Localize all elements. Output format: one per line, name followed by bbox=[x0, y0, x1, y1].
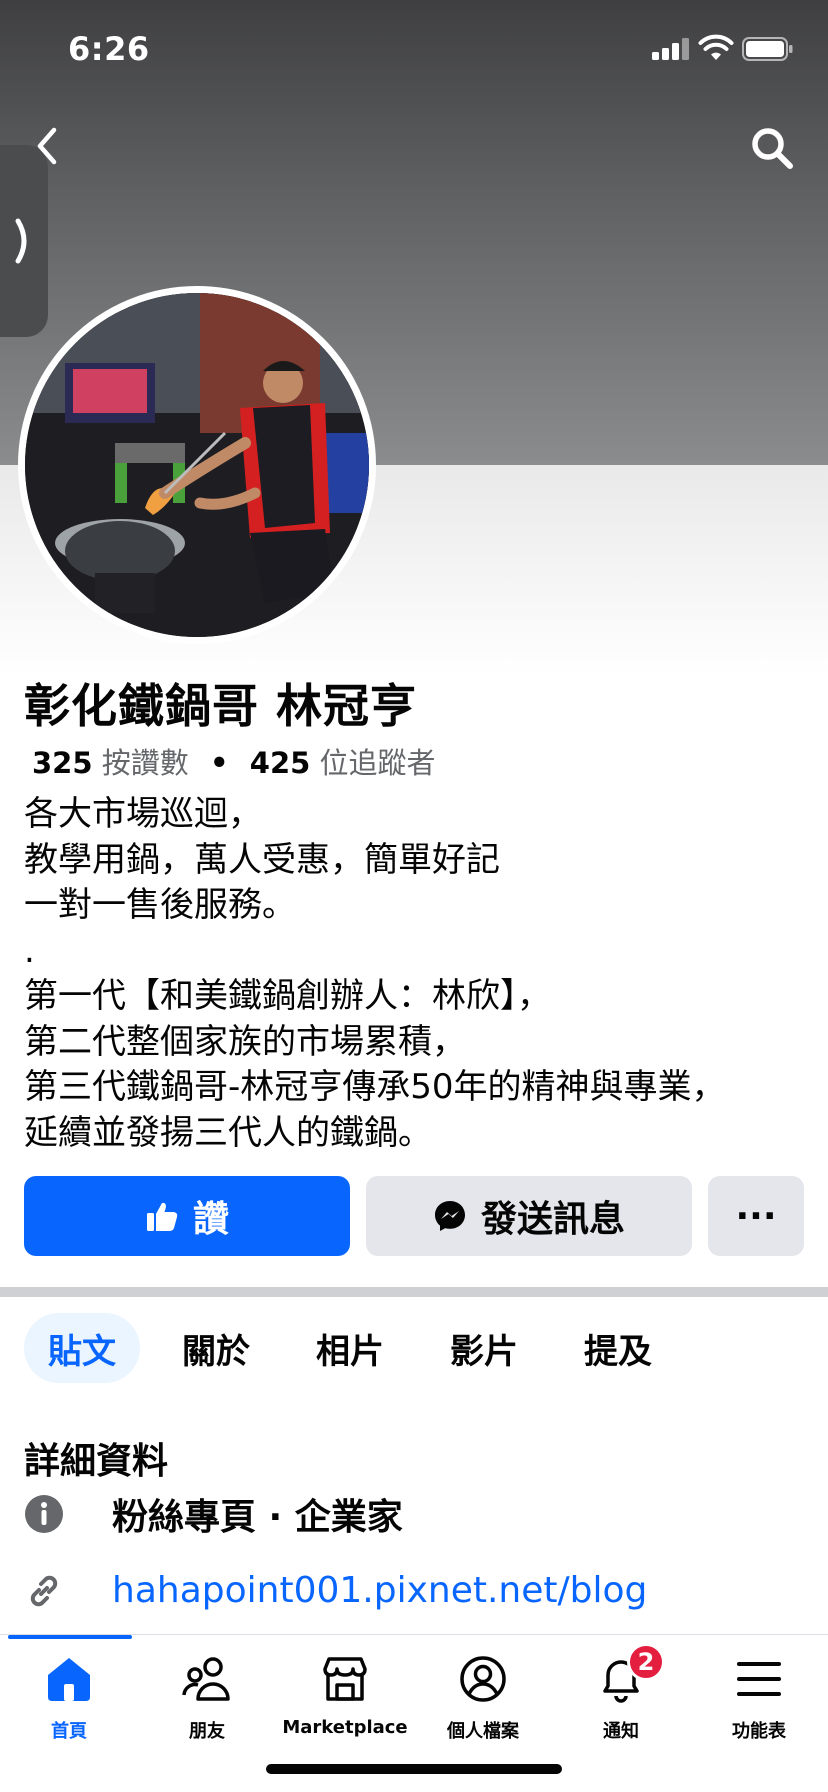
battery-icon bbox=[742, 37, 793, 61]
more-options-label: ··· bbox=[735, 1195, 777, 1237]
followers-label: 位追蹤者 bbox=[319, 746, 436, 780]
page-category-row: 粉絲專頁 · 企業家 bbox=[24, 1488, 403, 1540]
send-message-label: 發送訊息 bbox=[480, 1199, 625, 1240]
website-link[interactable]: hahapoint001.pixnet.net/blog bbox=[112, 1570, 647, 1611]
status-time: 6:26 bbox=[68, 30, 150, 68]
like-button[interactable]: 讚 bbox=[24, 1176, 350, 1256]
friends-icon bbox=[182, 1657, 230, 1701]
menu-icon bbox=[737, 1662, 781, 1696]
website-row[interactable]: hahapoint001.pixnet.net/blog bbox=[24, 1570, 647, 1611]
nav-menu[interactable]: 功能表 bbox=[690, 1653, 828, 1743]
messenger-icon bbox=[434, 1201, 465, 1231]
more-options-button[interactable]: ··· bbox=[708, 1176, 804, 1256]
chevron-right-icon bbox=[15, 218, 27, 264]
active-tab-indicator bbox=[8, 1635, 132, 1639]
tab-videos[interactable]: 影片 bbox=[426, 1313, 542, 1383]
nav-menu-label: 功能表 bbox=[732, 1721, 786, 1742]
search-icon[interactable] bbox=[748, 124, 796, 172]
profile-tabs: 貼文 關於 相片 影片 提及 bbox=[24, 1313, 694, 1383]
stats-separator: • bbox=[210, 746, 229, 780]
nav-notifications-label: 通知 bbox=[603, 1721, 639, 1742]
nav-home[interactable]: 首頁 bbox=[0, 1653, 138, 1743]
tab-mentions[interactable]: 提及 bbox=[560, 1313, 676, 1383]
nav-profile-label: 個人檔案 bbox=[447, 1721, 519, 1742]
notifications-icon-wrap: 2 bbox=[595, 1643, 665, 1705]
like-label: 讚 bbox=[192, 1199, 229, 1240]
marketplace-icon bbox=[323, 1657, 367, 1701]
tab-about[interactable]: 關於 bbox=[158, 1313, 274, 1383]
profile-picture[interactable] bbox=[18, 286, 376, 644]
likes-count: 325 bbox=[32, 746, 93, 780]
wifi-icon bbox=[698, 34, 734, 60]
nav-marketplace-label: Marketplace bbox=[282, 1717, 408, 1738]
profile-icon bbox=[460, 1656, 506, 1702]
page-category-text: 粉絲專頁 · 企業家 bbox=[112, 1497, 403, 1538]
home-icon bbox=[48, 1658, 90, 1701]
side-drawer-handle[interactable] bbox=[0, 145, 48, 337]
tab-posts[interactable]: 貼文 bbox=[24, 1313, 140, 1383]
nav-marketplace[interactable]: Marketplace bbox=[276, 1653, 414, 1738]
tab-photos[interactable]: 相片 bbox=[292, 1313, 408, 1383]
profile-photo-illustration bbox=[25, 293, 369, 637]
cellular-signal-icon bbox=[652, 38, 690, 60]
page-title: 彰化鐵鍋哥 林冠亨 bbox=[24, 679, 418, 733]
info-icon bbox=[24, 1494, 64, 1534]
nav-profile[interactable]: 個人檔案 bbox=[414, 1653, 552, 1743]
nav-friends[interactable]: 朋友 bbox=[138, 1653, 276, 1743]
page-bio: 各大市場巡迴， 教學用鍋，萬人受惠，簡單好記 一對一售後服務。 . 第一代【和美… bbox=[24, 794, 726, 1153]
page-stats: 325 按讚數 • 425 位追蹤者 bbox=[32, 740, 436, 782]
section-divider bbox=[0, 1287, 828, 1297]
notification-badge: 2 bbox=[627, 1643, 665, 1681]
nav-notifications[interactable]: 2 通知 bbox=[552, 1643, 690, 1743]
nav-friends-label: 朋友 bbox=[189, 1721, 225, 1742]
status-bar: 6:26 bbox=[0, 0, 828, 100]
thumbs-up-icon bbox=[146, 1202, 178, 1231]
details-heading: 詳細資料 bbox=[24, 1441, 169, 1482]
link-icon bbox=[24, 1571, 64, 1611]
nav-home-label: 首頁 bbox=[51, 1721, 87, 1742]
followers-count: 425 bbox=[249, 746, 311, 780]
likes-label: 按讚數 bbox=[101, 746, 189, 780]
home-indicator bbox=[266, 1764, 562, 1774]
send-message-button[interactable]: 發送訊息 bbox=[366, 1176, 692, 1256]
